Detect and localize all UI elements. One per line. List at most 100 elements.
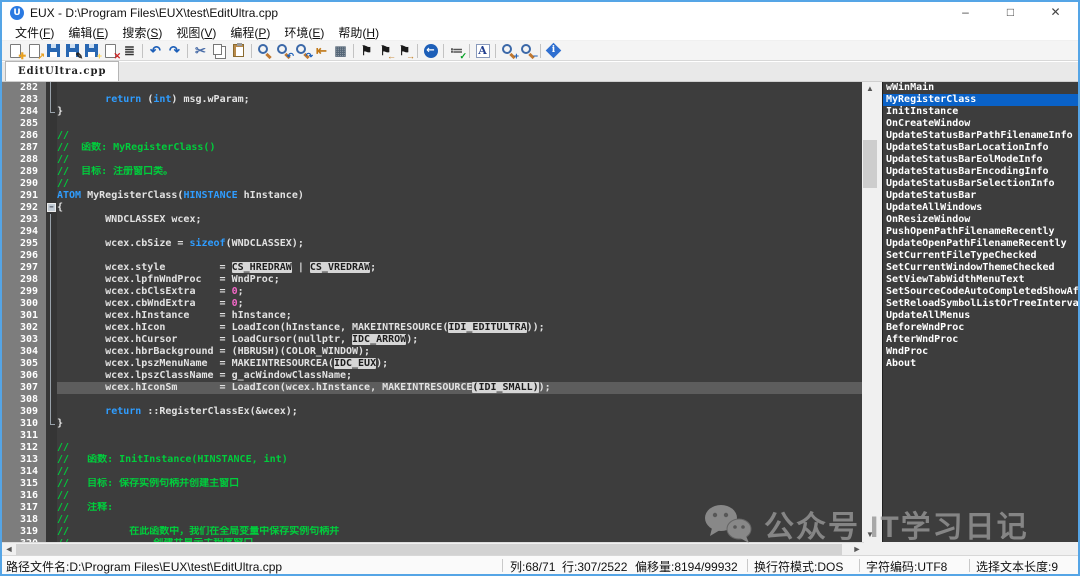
symbol-item[interactable]: AfterWndProc	[883, 334, 1078, 346]
fold-margin[interactable]	[46, 322, 57, 334]
symbol-item[interactable]: About	[883, 358, 1078, 370]
symbol-item[interactable]: UpdateStatusBarLocationInfo	[883, 142, 1078, 154]
fold-margin[interactable]	[46, 358, 57, 370]
fold-margin[interactable]	[46, 502, 57, 514]
minimize-button[interactable]: –	[943, 2, 988, 24]
symbol-item[interactable]: UpdateOpenPathFilenameRecently	[883, 238, 1078, 250]
tab-editultra-cpp[interactable]: EditUltra.cpp	[5, 61, 119, 81]
zoom-in-icon[interactable]: +	[499, 42, 518, 60]
fold-margin[interactable]	[46, 394, 57, 406]
editor-line-316[interactable]: 316//	[2, 490, 862, 502]
editor-line-290[interactable]: 290//	[2, 178, 862, 190]
editor-line-287[interactable]: 287// 函数: MyRegisterClass()	[2, 142, 862, 154]
symbol-item[interactable]: UpdateStatusBarPathFilenameInfo	[883, 130, 1078, 142]
fold-margin[interactable]	[46, 418, 57, 430]
replace-in-files-icon[interactable]: ▦	[331, 42, 350, 60]
fold-margin[interactable]	[46, 238, 57, 250]
symbol-item[interactable]: MyRegisterClass	[883, 94, 1078, 106]
save-icon[interactable]	[44, 42, 63, 60]
fold-margin[interactable]	[46, 382, 57, 394]
cut-icon[interactable]: ✂	[191, 42, 210, 60]
new-file-icon[interactable]: ✚	[6, 42, 25, 60]
editor-line-298[interactable]: 298 wcex.lpfnWndProc = WndProc;	[2, 274, 862, 286]
paste-icon[interactable]	[229, 42, 248, 60]
editor-line-291[interactable]: 291ATOM MyRegisterClass(HINSTANCE hInsta…	[2, 190, 862, 202]
menu-item-e[interactable]: 编辑(E)	[61, 24, 115, 41]
symbol-item[interactable]: UpdateStatusBar	[883, 190, 1078, 202]
vertical-scroll-thumb[interactable]	[863, 140, 877, 188]
menu-item-p[interactable]: 编程(P)	[223, 24, 277, 41]
fold-margin[interactable]	[46, 178, 57, 190]
scroll-down-icon[interactable]: ▼	[862, 528, 878, 542]
fold-margin[interactable]	[46, 262, 57, 274]
editor-line-289[interactable]: 289// 目标: 注册窗口类。	[2, 166, 862, 178]
fold-margin[interactable]	[46, 274, 57, 286]
editor-line-319[interactable]: 319// 在此函数中，我们在全局变量中保存实例句柄并	[2, 526, 862, 538]
editor-line-301[interactable]: 301 wcex.hInstance = hInstance;	[2, 310, 862, 322]
menu-item-s[interactable]: 搜索(S)	[115, 24, 169, 41]
fold-margin[interactable]	[46, 214, 57, 226]
symbol-item[interactable]: UpdateStatusBarEolModeInfo	[883, 154, 1078, 166]
font-color-icon[interactable]: A	[473, 42, 492, 60]
zoom-out-icon[interactable]: −	[518, 42, 537, 60]
editor-line-318[interactable]: 318//	[2, 514, 862, 526]
fold-margin[interactable]	[46, 334, 57, 346]
symbol-item[interactable]: wWinMain	[883, 82, 1078, 94]
replace-icon[interactable]: ⇤	[312, 42, 331, 60]
editor-line-286[interactable]: 286//	[2, 130, 862, 142]
about-icon[interactable]: i	[544, 42, 563, 60]
editor-line-305[interactable]: 305 wcex.lpszMenuName = MAKEINTRESOURCEA…	[2, 358, 862, 370]
symbol-item[interactable]: PushOpenPathFilenameRecently	[883, 226, 1078, 238]
editor-line-284[interactable]: 284}	[2, 106, 862, 118]
file-list-icon[interactable]: ≣	[120, 42, 139, 60]
open-file-icon[interactable]: ↗	[25, 42, 44, 60]
fold-margin[interactable]: −	[46, 202, 57, 214]
symbol-item[interactable]: UpdateAllWindows	[883, 202, 1078, 214]
fold-margin[interactable]	[46, 406, 57, 418]
fold-margin[interactable]	[46, 190, 57, 202]
horizontal-scroll-thumb[interactable]	[16, 544, 842, 555]
editor-line-288[interactable]: 288//	[2, 154, 862, 166]
editor-line-294[interactable]: 294	[2, 226, 862, 238]
prev-bookmark-icon[interactable]: ⚑←	[376, 42, 395, 60]
fold-margin[interactable]	[46, 250, 57, 262]
editor-line-311[interactable]: 311	[2, 430, 862, 442]
editor-line-297[interactable]: 297 wcex.style = CS_HREDRAW | CS_VREDRAW…	[2, 262, 862, 274]
editor-line-314[interactable]: 314//	[2, 466, 862, 478]
scroll-up-icon[interactable]: ▲	[862, 82, 878, 96]
editor-line-315[interactable]: 315// 目标: 保存实例句柄并创建主窗口	[2, 478, 862, 490]
editor-line-299[interactable]: 299 wcex.cbClsExtra = 0;	[2, 286, 862, 298]
fold-margin[interactable]	[46, 130, 57, 142]
editor-line-292[interactable]: 292−{	[2, 202, 862, 214]
symbol-item[interactable]: OnResizeWindow	[883, 214, 1078, 226]
fold-margin[interactable]	[46, 298, 57, 310]
fold-margin[interactable]	[46, 310, 57, 322]
symbol-item[interactable]: UpdateStatusBarEncodingInfo	[883, 166, 1078, 178]
fold-margin[interactable]	[46, 82, 57, 94]
symbol-item[interactable]: UpdateStatusBarSelectionInfo	[883, 178, 1078, 190]
symbol-item[interactable]: BeforeWndProc	[883, 322, 1078, 334]
fold-margin[interactable]	[46, 286, 57, 298]
copy-icon[interactable]	[210, 42, 229, 60]
editor-line-293[interactable]: 293 WNDCLASSEX wcex;	[2, 214, 862, 226]
fold-margin[interactable]	[46, 514, 57, 526]
editor-horizontal-scrollbar[interactable]: ◄ ►	[2, 542, 864, 555]
fold-margin[interactable]	[46, 430, 57, 442]
navigate-back-icon[interactable]: ←	[421, 42, 440, 60]
symbol-item[interactable]: SetViewTabWidthMenuText	[883, 274, 1078, 286]
fold-margin[interactable]	[46, 118, 57, 130]
symbol-item[interactable]: SetCurrentFileTypeChecked	[883, 250, 1078, 262]
fold-margin[interactable]	[46, 106, 57, 118]
maximize-button[interactable]: □	[988, 2, 1033, 24]
fold-margin[interactable]	[46, 526, 57, 538]
fold-margin[interactable]	[46, 454, 57, 466]
editor-line-309[interactable]: 309 return ::RegisterClassEx(&wcex);	[2, 406, 862, 418]
redo-icon[interactable]: ↷	[165, 42, 184, 60]
find-next-icon[interactable]: ↷	[293, 42, 312, 60]
fold-margin[interactable]	[46, 478, 57, 490]
editor-line-306[interactable]: 306 wcex.lpszClassName = g_acWindowClass…	[2, 370, 862, 382]
find-prev-icon[interactable]: ↶	[274, 42, 293, 60]
editor-line-300[interactable]: 300 wcex.cbWndExtra = 0;	[2, 298, 862, 310]
save-all-icon[interactable]: +	[82, 42, 101, 60]
close-button[interactable]: ✕	[1033, 2, 1078, 24]
